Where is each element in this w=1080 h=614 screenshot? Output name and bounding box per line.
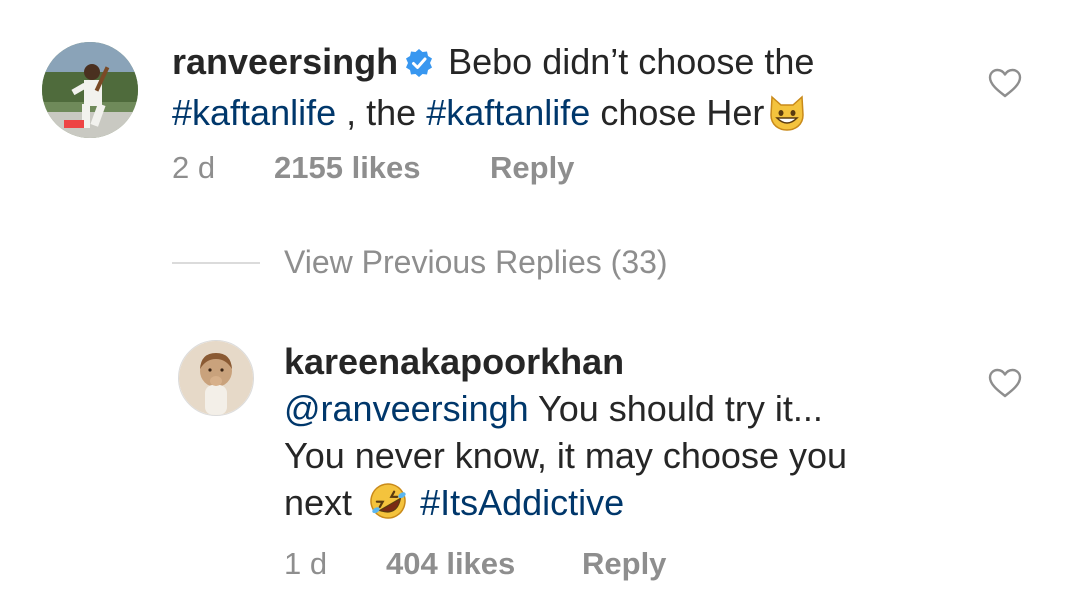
comment-text-part: , the: [346, 92, 417, 133]
comment-like-heart-icon[interactable]: [988, 68, 1022, 103]
comment-time: 2 d: [172, 150, 216, 185]
replies-divider: [172, 262, 260, 264]
reply-text-line: You should try it...: [538, 388, 823, 429]
reply-reply-button[interactable]: Reply: [582, 546, 666, 582]
reply-text-line: You never know, it may choose you: [284, 435, 848, 476]
hashtag-link[interactable]: #kaftanlife: [172, 92, 336, 133]
verified-badge-icon: [404, 42, 434, 89]
avatar-kareenakapoorkhan[interactable]: [178, 340, 254, 416]
comment-reply-button[interactable]: Reply: [490, 150, 574, 186]
reply-username[interactable]: kareenakapoorkhan: [284, 341, 624, 382]
hashtag-link[interactable]: #ItsAddictive: [420, 482, 624, 523]
comments-section: ranveersingh Bebo didn’t choose the #kaf…: [0, 0, 1080, 614]
grinning-cat-emoji-icon: [768, 95, 806, 142]
reply-time: 1 d: [284, 546, 328, 581]
reply-like-heart-icon[interactable]: [988, 368, 1022, 403]
hashtag-link[interactable]: #kaftanlife: [426, 92, 590, 133]
reply-likes[interactable]: 404 likes: [386, 546, 515, 582]
comment-text-part: Bebo didn’t choose the: [448, 41, 815, 82]
reply-text-line: next: [284, 482, 353, 523]
reply-body: kareenakapoorkhan @ranveersingh You shou…: [284, 338, 944, 532]
mention-link[interactable]: @ranveersingh: [284, 388, 529, 429]
reply-meta: 1 d 404 likes Reply: [284, 546, 784, 586]
comment-username[interactable]: ranveersingh: [172, 41, 398, 82]
avatar-ranveersingh[interactable]: [42, 42, 138, 138]
comment-likes[interactable]: 2155 likes: [274, 150, 421, 186]
comment-meta: 2 d 2155 likes Reply: [172, 150, 672, 190]
comment-text-part: chose Her: [600, 92, 765, 133]
rolling-on-floor-laughing-emoji-icon: [366, 481, 410, 532]
view-previous-replies-label[interactable]: View Previous Replies (33): [284, 244, 668, 281]
comment-body: ranveersingh Bebo didn’t choose the #kaf…: [172, 38, 932, 142]
